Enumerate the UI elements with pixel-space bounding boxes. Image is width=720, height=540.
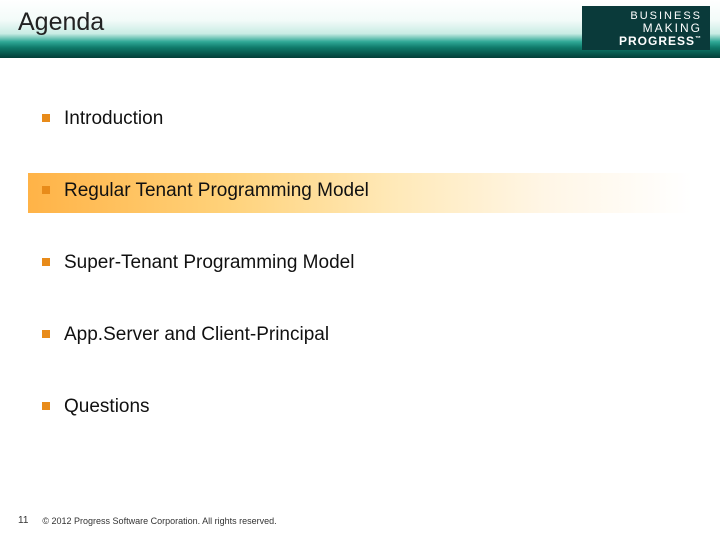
agenda-item-label: Introduction	[64, 108, 163, 129]
bullet-icon	[42, 186, 50, 194]
bullet-icon	[42, 258, 50, 266]
agenda-item-label: Regular Tenant Programming Model	[64, 180, 369, 201]
brand-logo: BUSINESS MAKING PROGRESS™	[582, 6, 710, 50]
agenda-item-appserver: App.Server and Client-Principal	[40, 312, 680, 358]
page-number: 11	[18, 515, 28, 526]
slide-footer: 11 © 2012 Progress Software Corporation.…	[18, 515, 277, 526]
agenda-item-questions: Questions	[40, 384, 680, 430]
agenda-item-introduction: Introduction	[40, 96, 680, 142]
bullet-icon	[42, 330, 50, 338]
agenda-item-label: Super-Tenant Programming Model	[64, 252, 354, 273]
bullet-icon	[42, 402, 50, 410]
bullet-icon	[42, 114, 50, 122]
agenda-item-label: Questions	[64, 396, 150, 417]
agenda-item-super-tenant: Super-Tenant Programming Model	[40, 240, 680, 286]
agenda-item-regular-tenant: Regular Tenant Programming Model	[40, 168, 680, 214]
agenda-list: Introduction Regular Tenant Programming …	[40, 96, 680, 456]
agenda-item-label: App.Server and Client-Principal	[64, 324, 329, 345]
copyright-text: © 2012 Progress Software Corporation. Al…	[42, 516, 276, 526]
logo-line-3: PROGRESS™	[590, 35, 702, 48]
slide-title: Agenda	[18, 8, 104, 37]
